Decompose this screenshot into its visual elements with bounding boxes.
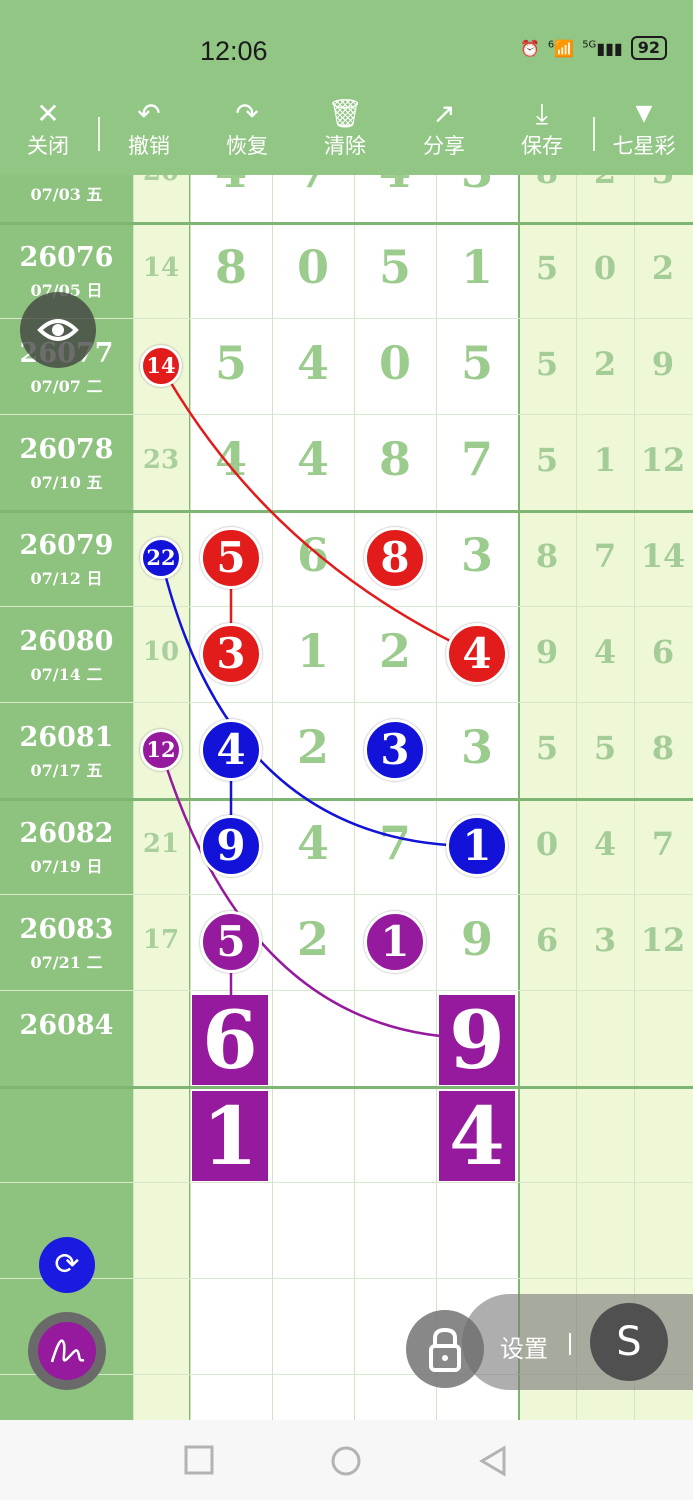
save-button[interactable]: ⤓ 保存 [497, 97, 587, 159]
redo-label: 恢复 [226, 134, 268, 158]
back-triangle-icon [479, 1445, 506, 1477]
toggle-visibility-button[interactable] [20, 292, 96, 368]
blue-marker-ball[interactable]: 4 [200, 719, 262, 781]
trend-chart[interactable]: 07/03 五2047438232607607/05 日148051502260… [0, 175, 693, 1420]
close-label: 关闭 [27, 134, 69, 158]
trash-icon: 🗑 [327, 97, 363, 130]
red-marker-ball[interactable]: 5 [200, 527, 262, 589]
redo-icon: ↷ [235, 97, 259, 130]
close-button[interactable]: ✕ 关闭 [3, 97, 93, 159]
status-bar: 12:06 ⏰ 6📶 5G▮▮▮ 92 [0, 0, 693, 95]
connector-curve [159, 557, 478, 848]
scribble-icon [50, 1339, 85, 1363]
lock-button[interactable] [406, 1310, 484, 1388]
red-marker-ball[interactable]: 8 [364, 527, 426, 589]
clear-button[interactable]: 🗑 清除 [300, 97, 390, 159]
signal-label: 5G [582, 39, 597, 51]
undo-icon: ↶ [137, 97, 161, 130]
prediction-box[interactable]: 6 [192, 995, 268, 1085]
home-button[interactable] [330, 1445, 362, 1483]
lottery-type-dropdown[interactable]: ▼ 七星彩 [599, 97, 689, 159]
signal-icon: 5G▮▮▮ [582, 38, 623, 58]
lock-icon [429, 1327, 461, 1372]
wifi-icon: 6📶 [547, 38, 575, 58]
prediction-box[interactable]: 1 [192, 1091, 268, 1181]
recent-apps-button[interactable] [184, 1445, 214, 1481]
share-button[interactable]: ↗ 分享 [399, 97, 489, 159]
connector-curve [159, 365, 478, 656]
blue-marker-ball[interactable]: 1 [446, 815, 508, 877]
eye-icon [37, 319, 79, 341]
blue-marker-ball[interactable]: 9 [200, 815, 262, 877]
toolbar-divider [593, 117, 595, 151]
alarm-icon: ⏰ [519, 38, 540, 58]
red-marker-ball[interactable]: 14 [140, 345, 182, 387]
save-label: 保存 [521, 134, 563, 158]
undo-button[interactable]: ↶ 撤销 [104, 97, 194, 159]
red-marker-ball[interactable]: 3 [200, 623, 262, 685]
close-icon: ✕ [36, 97, 60, 130]
s-menu-button[interactable]: S [590, 1303, 668, 1381]
wifi-badge: 6 [547, 39, 555, 51]
undo-label: 撤销 [128, 134, 170, 158]
refresh-icon: ⟳ [54, 1247, 80, 1282]
square-icon [184, 1445, 214, 1475]
toolbar-divider [98, 117, 100, 151]
pen-color-swatch [38, 1322, 96, 1380]
lottery-type-label: 七星彩 [612, 134, 676, 158]
refresh-button[interactable]: ⟳ [39, 1237, 95, 1293]
blue-marker-ball[interactable]: 22 [140, 537, 182, 579]
clock: 12:06 [200, 36, 268, 66]
purple-marker-ball[interactable]: 5 [200, 911, 262, 973]
blue-marker-ball[interactable]: 3 [364, 719, 426, 781]
purple-marker-ball[interactable]: 12 [140, 729, 182, 771]
clear-label: 清除 [324, 134, 366, 158]
circle-icon [331, 1446, 361, 1476]
settings-divider [569, 1333, 571, 1355]
settings-button[interactable]: 设置 [500, 1329, 548, 1364]
status-icons: ⏰ 6📶 5G▮▮▮ 92 [520, 36, 667, 60]
redo-button[interactable]: ↷ 恢复 [202, 97, 292, 159]
back-button[interactable] [478, 1445, 508, 1483]
red-marker-ball[interactable]: 4 [446, 623, 508, 685]
purple-marker-ball[interactable]: 1 [364, 911, 426, 973]
connector-lines [159, 365, 478, 1040]
download-icon: ⤓ [535, 97, 549, 130]
navigation-bar [0, 1420, 693, 1500]
prediction-box[interactable]: 9 [439, 995, 515, 1085]
dropdown-triangle-icon: ▼ [635, 101, 653, 126]
toolbar: ✕ 关闭 ↶ 撤销 ↷ 恢复 🗑 清除 ↗ 分享 ⤓ 保存 ▼ 七星彩 [0, 95, 693, 175]
battery-indicator: 92 [630, 36, 667, 60]
share-label: 分享 [423, 134, 465, 158]
share-icon: ↗ [432, 97, 456, 130]
prediction-box[interactable]: 4 [439, 1091, 515, 1181]
pen-tool-button[interactable] [28, 1312, 106, 1390]
